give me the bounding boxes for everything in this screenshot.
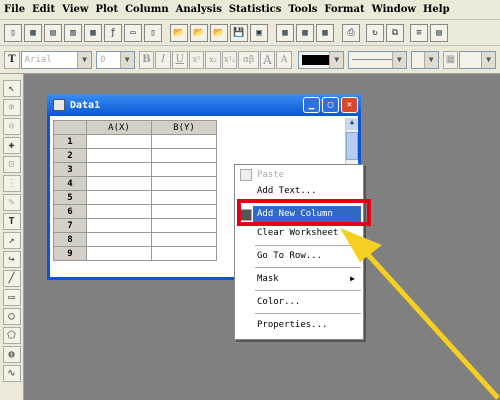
annotation-arrow (340, 228, 500, 400)
arrow-head-icon (340, 228, 382, 262)
arrow-shaft (360, 246, 500, 400)
